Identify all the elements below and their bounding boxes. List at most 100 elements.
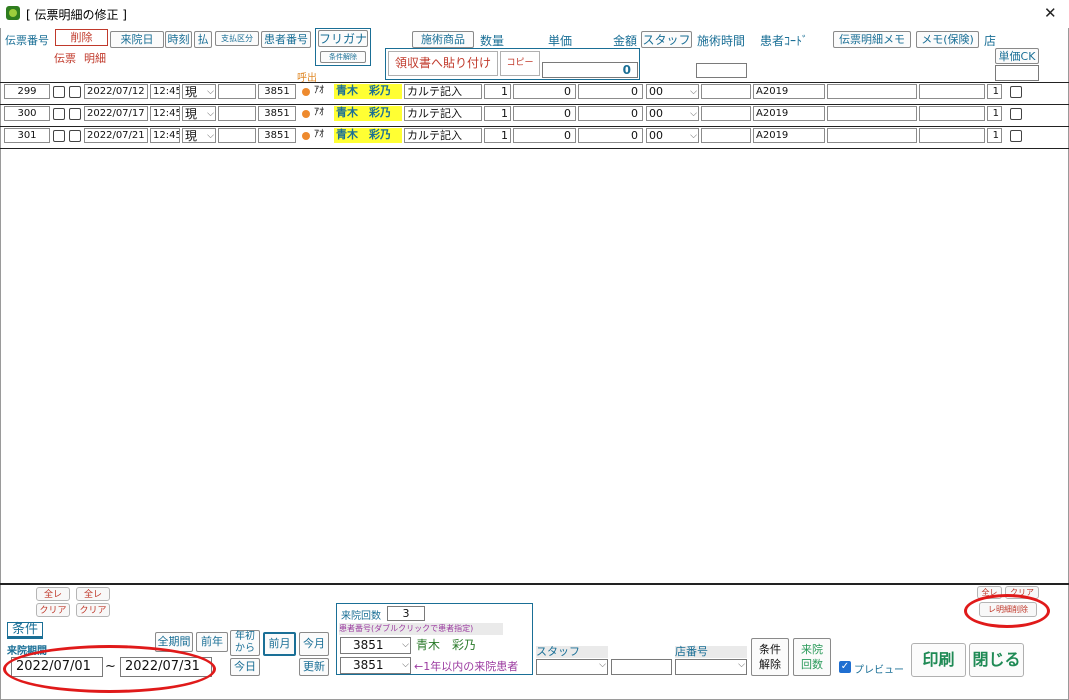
row-patient-code[interactable]: A2019 (753, 84, 825, 99)
staff-filter-field[interactable] (611, 659, 672, 675)
meisai-sakujo-button[interactable]: レ明細削除 (979, 602, 1037, 617)
row-staff[interactable]: 00 ⌵ (646, 128, 699, 143)
ryoshusho-button[interactable]: 領収書へ貼り付け (388, 51, 498, 76)
row-qty[interactable]: 1 (484, 128, 511, 143)
row-amount[interactable]: 0 (578, 128, 643, 143)
sejutsu-jikan-field[interactable] (696, 63, 747, 78)
row-date[interactable]: 2022/07/17 (84, 106, 148, 121)
row-pay[interactable]: 現 ⌵ (182, 106, 216, 121)
row-sejutsu-jikan[interactable] (701, 128, 751, 143)
row-denpyo-checkbox[interactable] (53, 86, 65, 98)
yobidashi-dot-icon[interactable] (302, 88, 310, 96)
sejutsu-shohin-button[interactable]: 施術商品 (412, 31, 474, 48)
row-time[interactable]: 12:45 (150, 84, 180, 99)
row-date[interactable]: 2022/07/12 (84, 84, 148, 99)
row-shop[interactable]: 1 (987, 128, 1002, 143)
row-memo-hoken[interactable] (919, 84, 985, 99)
zennen-button[interactable]: 前年 (196, 632, 228, 652)
furigana-button[interactable]: フリガナ (318, 30, 368, 47)
print-button[interactable]: 印刷 (911, 643, 966, 677)
row-patient-code[interactable]: A2019 (753, 128, 825, 143)
row-patient-no[interactable]: 3851 (258, 106, 296, 121)
row-meisai-checkbox[interactable] (69, 130, 81, 142)
joken-tab[interactable]: 条件 (7, 622, 43, 639)
row-time[interactable]: 12:45 (150, 128, 180, 143)
row-sejutsu-jikan[interactable] (701, 106, 751, 121)
row-pay[interactable]: 現 ⌵ (182, 84, 216, 99)
raiin-bi-button[interactable]: 来院日 (110, 31, 164, 48)
zengetsu-button[interactable]: 前月 (263, 632, 296, 656)
tenban-select[interactable]: ⌵ (675, 659, 747, 675)
tanka-ck-button[interactable]: 単価CK (995, 48, 1039, 64)
row-pay[interactable]: 現 ⌵ (182, 128, 216, 143)
copy-button[interactable]: コピー (500, 51, 540, 76)
nensho-button[interactable]: 年初 から (230, 630, 260, 656)
row-staff[interactable]: 00 ⌵ (646, 106, 699, 121)
row-amount[interactable]: 0 (578, 84, 643, 99)
row-item[interactable]: カルテ記入 (404, 106, 482, 121)
row-unit[interactable]: 0 (513, 84, 576, 99)
staff-filter-select[interactable]: ⌵ (536, 659, 608, 675)
date-from-field[interactable]: 2022/07/01 (11, 657, 103, 677)
yobidashi-dot-icon[interactable] (302, 110, 310, 118)
row-tanka-ck-checkbox[interactable] (1010, 130, 1022, 142)
zen-kikan-button[interactable]: 全期間 (155, 632, 193, 652)
row-shiharai-kubun[interactable] (218, 106, 256, 121)
row-unit[interactable]: 0 (513, 128, 576, 143)
memo-hoken-button[interactable]: メモ(保険) (916, 31, 979, 48)
close-button[interactable]: 閉じる (969, 643, 1024, 677)
jikoku-button[interactable]: 時刻 (165, 31, 192, 48)
row-amount[interactable]: 0 (578, 106, 643, 121)
row-denpyo-memo[interactable] (827, 128, 917, 143)
row-tanka-ck-checkbox[interactable] (1010, 86, 1022, 98)
row-denpyo-checkbox[interactable] (53, 108, 65, 120)
row-patient-code[interactable]: A2019 (753, 106, 825, 121)
row-denpyo-no[interactable]: 299 (4, 84, 50, 99)
row-item[interactable]: カルテ記入 (404, 128, 482, 143)
row-shiharai-kubun[interactable] (218, 84, 256, 99)
row-denpyo-memo[interactable] (827, 106, 917, 121)
row-denpyo-no[interactable]: 300 (4, 106, 50, 121)
zenre-button-3[interactable]: 全レ (977, 586, 1002, 599)
yobidashi-dot-icon[interactable] (302, 132, 310, 140)
row-meisai-checkbox[interactable] (69, 108, 81, 120)
row-qty[interactable]: 1 (484, 106, 511, 121)
patient-select-2[interactable]: 3851 ⌵ (340, 657, 411, 674)
koshin-button[interactable]: 更新 (299, 658, 329, 676)
row-qty[interactable]: 1 (484, 84, 511, 99)
row-memo-hoken[interactable] (919, 128, 985, 143)
preview-checkbox[interactable]: ✓ (839, 661, 851, 673)
clear-button-2[interactable]: クリア (76, 603, 110, 617)
row-denpyo-memo[interactable] (827, 84, 917, 99)
row-staff[interactable]: 00 ⌵ (646, 84, 699, 99)
header-denpyo-no[interactable]: 伝票番号 (5, 32, 49, 48)
row-memo-hoken[interactable] (919, 106, 985, 121)
kyo-button[interactable]: 今日 (230, 658, 260, 676)
raiin-kaisu-field[interactable]: 3 (387, 606, 425, 621)
zenre-button-2[interactable]: 全レ (76, 587, 110, 601)
raiin-kaisu-button[interactable]: 来院 回数 (793, 638, 831, 676)
row-item[interactable]: カルテ記入 (404, 84, 482, 99)
shiharai-kubun-button[interactable]: 支払区分 (215, 31, 259, 46)
clear-button-1[interactable]: クリア (36, 603, 70, 617)
row-shiharai-kubun[interactable] (218, 128, 256, 143)
delete-button[interactable]: 削除 (55, 29, 108, 46)
row-patient-no[interactable]: 3851 (258, 84, 296, 99)
row-unit[interactable]: 0 (513, 106, 576, 121)
row-sejutsu-jikan[interactable] (701, 84, 751, 99)
row-shop[interactable]: 1 (987, 106, 1002, 121)
zenre-button-1[interactable]: 全レ (36, 587, 70, 601)
patient-select-1[interactable]: 3851 ⌵ (340, 637, 411, 654)
tanka-ck-field[interactable] (995, 65, 1039, 81)
close-icon[interactable]: ✕ (1044, 4, 1057, 22)
joken-kaijo-small-button[interactable]: 条件解除 (320, 51, 366, 63)
staff-button[interactable]: スタッフ (641, 31, 692, 48)
row-shop[interactable]: 1 (987, 84, 1002, 99)
row-patient-no[interactable]: 3851 (258, 128, 296, 143)
denpyo-memo-button[interactable]: 伝票明細メモ (833, 31, 911, 48)
row-tanka-ck-checkbox[interactable] (1010, 108, 1022, 120)
row-time[interactable]: 12:45 (150, 106, 180, 121)
harai-button[interactable]: 払 (194, 31, 212, 48)
kanja-no-button[interactable]: 患者番号 (261, 31, 311, 48)
row-meisai-checkbox[interactable] (69, 86, 81, 98)
